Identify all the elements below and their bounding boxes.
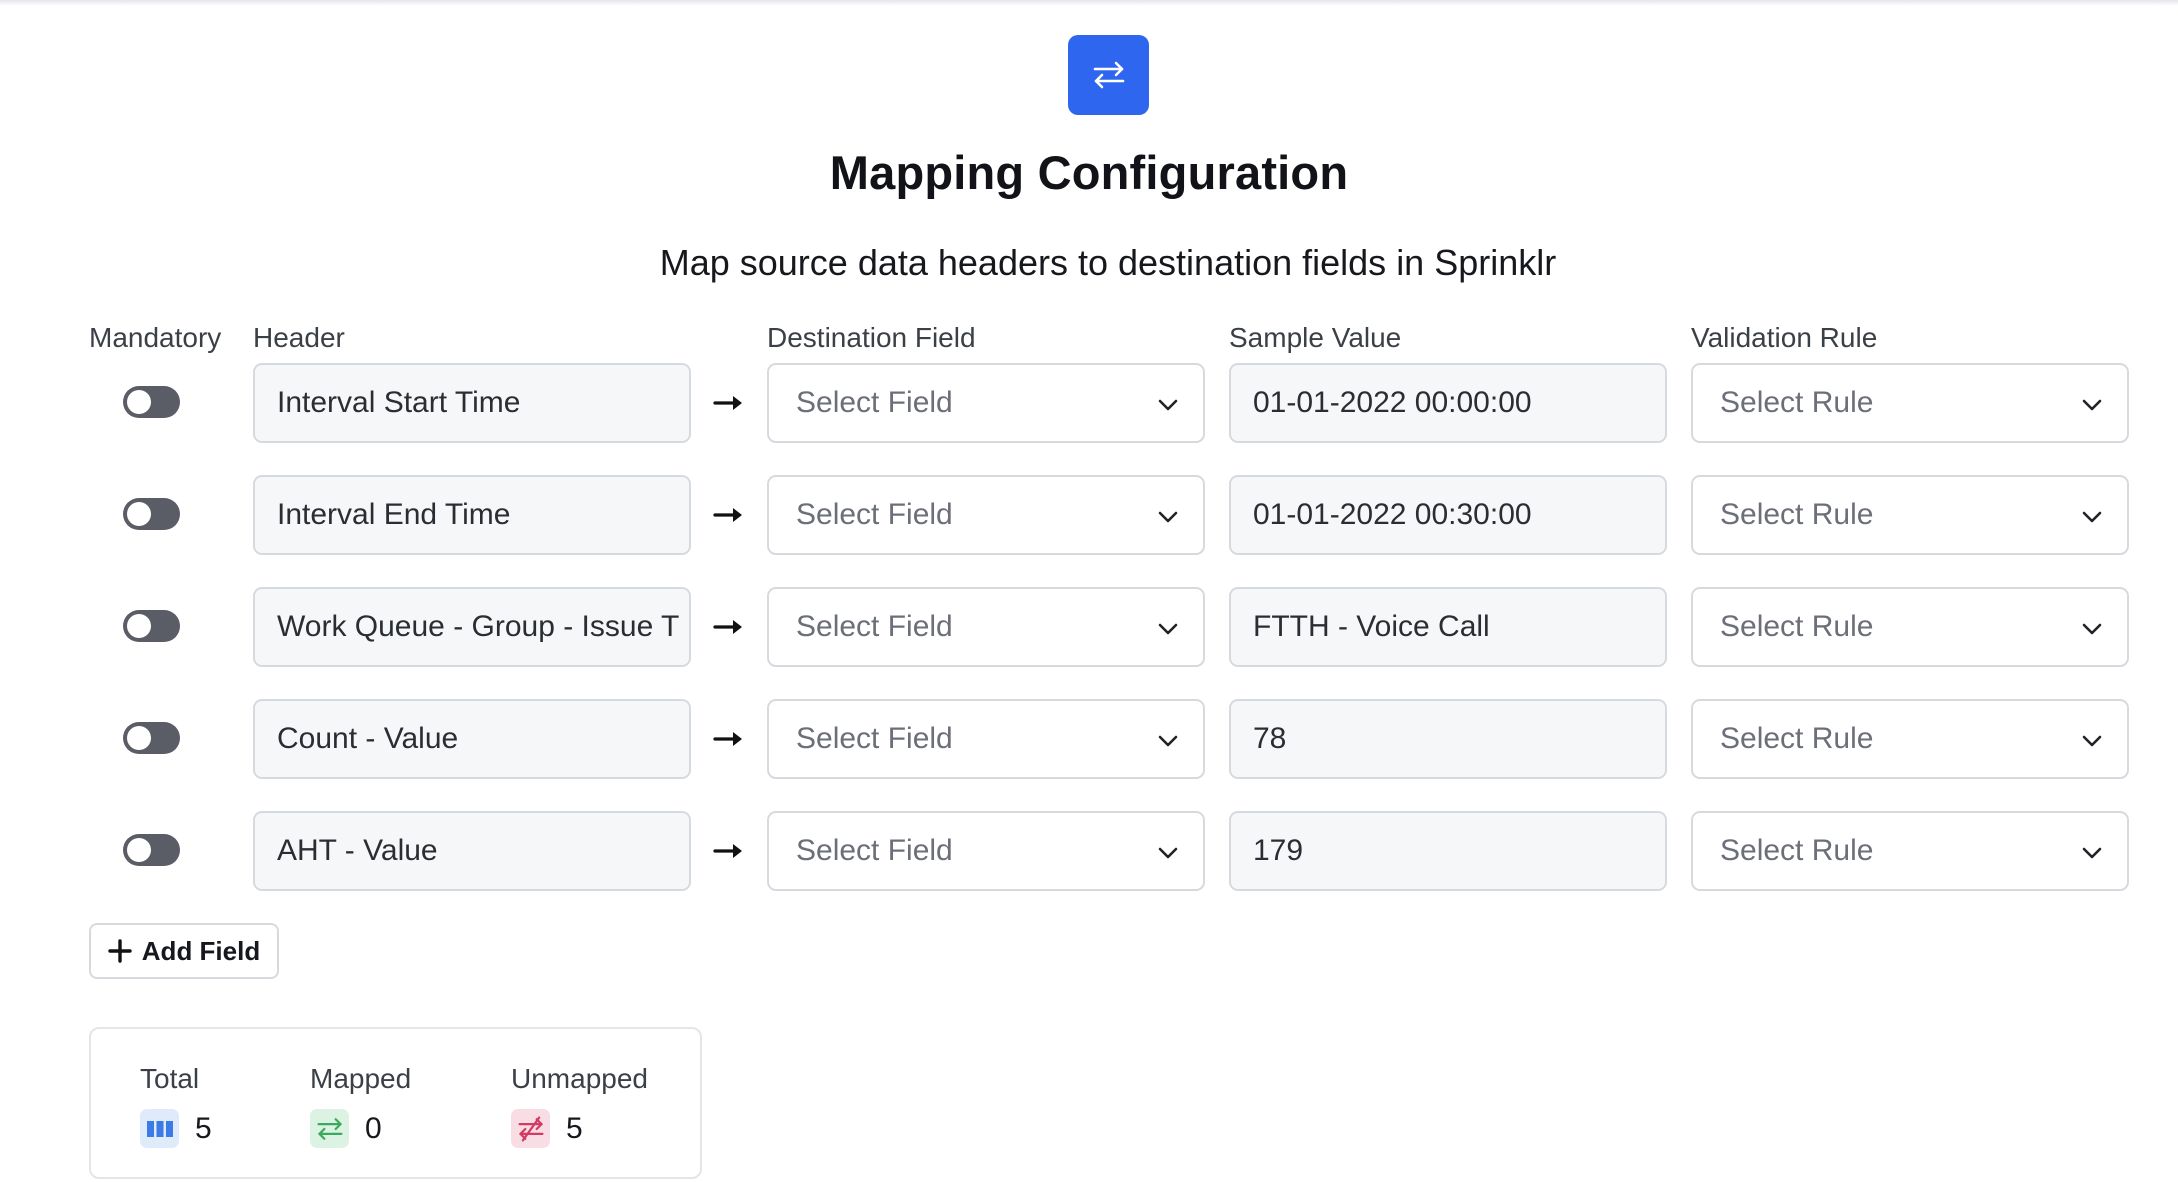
arrow-right-icon [713,732,742,746]
mapping-row: Count - Value Select Field 78 Select Rul… [0,699,2178,779]
toggle-knob [127,838,151,862]
arrow-right-icon [713,508,742,522]
swap-arrows-icon [1068,35,1149,115]
destination-field-select[interactable]: Select Field [767,699,1205,779]
chevron-down-icon [1158,511,1178,523]
destination-field-select[interactable]: Select Field [767,475,1205,555]
mapping-summary-card: Total 5 Mapped 0 Unmapped 5 [89,1027,702,1179]
mapping-row: Interval Start Time Select Field 01-01-2… [0,363,2178,443]
destination-field-value: Select Field [796,834,953,867]
chevron-down-icon [1158,735,1178,747]
mapping-row: Work Queue - Group - Issue T Select Fiel… [0,587,2178,667]
validation-rule-value: Select Rule [1720,722,1874,755]
chevron-down-icon [2082,847,2102,859]
column-header-validation-rule: Validation Rule [1691,322,1878,353]
toggle-knob [127,502,151,526]
stat-total-label: Total [140,1063,200,1094]
stat-unmapped-value: 5 [566,1111,583,1145]
validation-rule-select[interactable]: Select Rule [1691,587,2129,667]
stat-mapped: Mapped 0 [310,1063,411,1148]
sample-value-field[interactable]: 179 [1229,811,1667,891]
stat-unmapped: Unmapped 5 [511,1063,648,1148]
page-title: Mapping Configuration [829,146,1349,199]
mandatory-toggle[interactable] [123,498,180,530]
header-field[interactable]: Count - Value [253,699,691,779]
validation-rule-value: Select Rule [1720,386,1874,419]
stat-total: Total 5 [140,1063,212,1148]
header-field[interactable]: Work Queue - Group - Issue T [253,587,691,667]
header-field[interactable]: Interval Start Time [253,363,691,443]
swap-arrows-icon [310,1109,349,1148]
header-field[interactable]: Interval End Time [253,475,691,555]
validation-rule-value: Select Rule [1720,498,1874,531]
sample-value-field[interactable]: FTTH - Voice Call [1229,587,1667,667]
columns-icon [140,1109,179,1148]
toggle-knob [127,726,151,750]
swap-off-icon [511,1109,550,1148]
validation-rule-value: Select Rule [1720,610,1874,643]
mandatory-toggle[interactable] [123,722,180,754]
column-header-sample-value: Sample Value [1229,322,1402,353]
mapping-row: Interval End Time Select Field 01-01-202… [0,475,2178,555]
validation-rule-select[interactable]: Select Rule [1691,475,2129,555]
toggle-knob [127,390,151,414]
chevron-down-icon [1158,847,1178,859]
add-field-button[interactable]: Add Field [89,923,279,979]
sample-value-field[interactable]: 01-01-2022 00:00:00 [1229,363,1667,443]
destination-field-select[interactable]: Select Field [767,363,1205,443]
arrow-right-icon [713,844,742,858]
destination-field-value: Select Field [796,722,953,755]
mandatory-toggle[interactable] [123,834,180,866]
destination-field-value: Select Field [796,386,953,419]
arrow-right-icon [713,396,742,410]
mapping-row: AHT - Value Select Field 179 Select Rule [0,811,2178,891]
header-field[interactable]: AHT - Value [253,811,691,891]
chevron-down-icon [2082,511,2102,523]
toggle-knob [127,614,151,638]
mandatory-toggle[interactable] [123,610,180,642]
stat-mapped-label: Mapped [310,1063,412,1094]
validation-rule-select[interactable]: Select Rule [1691,811,2129,891]
validation-rule-select[interactable]: Select Rule [1691,363,2129,443]
stat-total-value: 5 [195,1111,212,1145]
column-header-mandatory: Mandatory [89,322,222,353]
add-field-label: Add Field [141,935,261,966]
destination-field-select[interactable]: Select Field [767,811,1205,891]
validation-rule-value: Select Rule [1720,834,1874,867]
stat-mapped-value: 0 [365,1111,382,1145]
arrow-right-icon [713,620,742,634]
chevron-down-icon [1158,623,1178,635]
column-header-header: Header [253,322,345,353]
sample-value-field[interactable]: 78 [1229,699,1667,779]
plus-icon [108,939,132,963]
column-header-destination-field: Destination Field [767,322,976,353]
destination-field-select[interactable]: Select Field [767,587,1205,667]
validation-rule-select[interactable]: Select Rule [1691,699,2129,779]
top-edge-shadow [0,0,2178,6]
chevron-down-icon [1158,399,1178,411]
page-subtitle: Map source data headers to destination f… [659,242,1557,283]
mandatory-toggle[interactable] [123,386,180,418]
chevron-down-icon [2082,623,2102,635]
destination-field-value: Select Field [796,498,953,531]
stat-unmapped-label: Unmapped [511,1063,648,1094]
sample-value-field[interactable]: 01-01-2022 00:30:00 [1229,475,1667,555]
chevron-down-icon [2082,735,2102,747]
chevron-down-icon [2082,399,2102,411]
destination-field-value: Select Field [796,610,953,643]
